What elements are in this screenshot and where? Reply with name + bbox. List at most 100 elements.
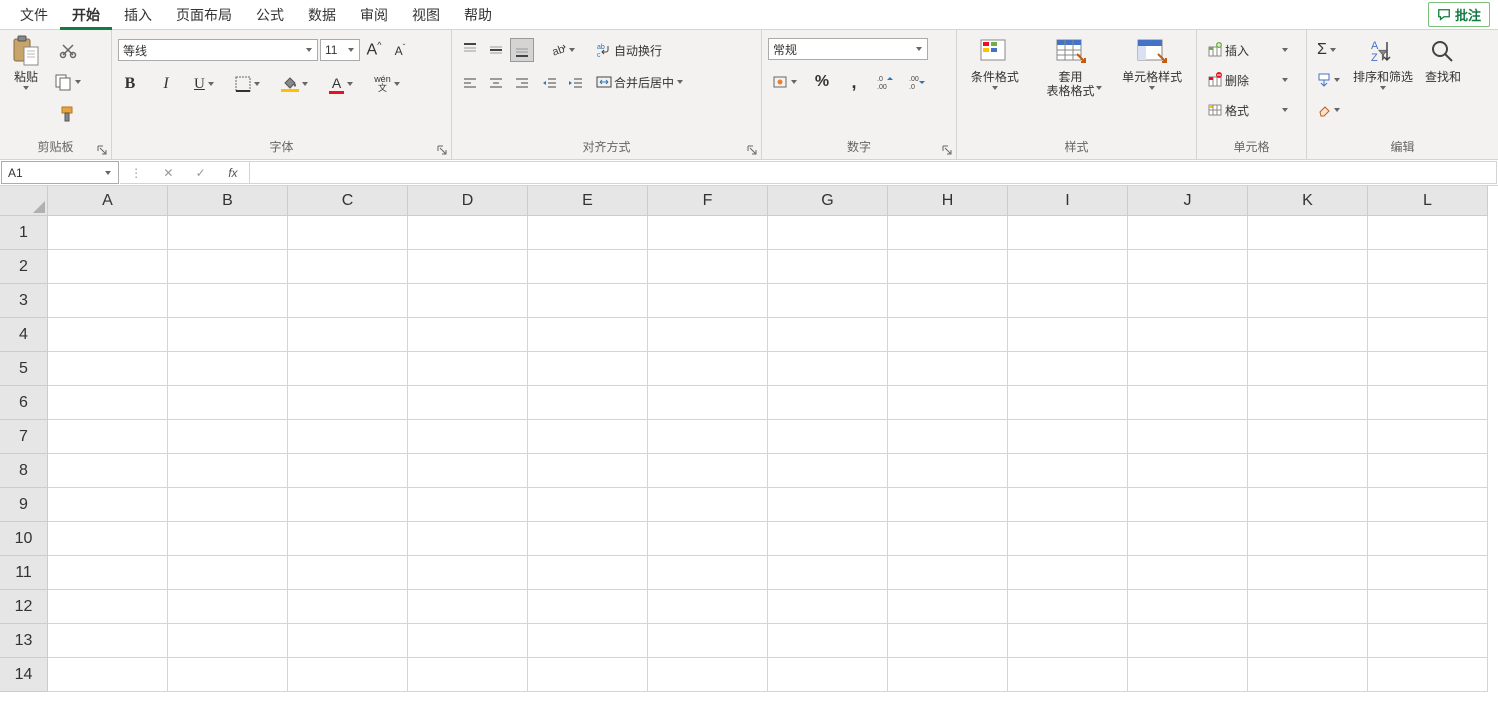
cell[interactable] xyxy=(48,284,168,318)
cell[interactable] xyxy=(1248,624,1368,658)
cell[interactable] xyxy=(648,216,768,250)
column-header[interactable]: C xyxy=(288,186,408,216)
number-launcher[interactable] xyxy=(940,143,954,157)
column-header[interactable]: H xyxy=(888,186,1008,216)
cell[interactable] xyxy=(1128,590,1248,624)
column-header[interactable]: A xyxy=(48,186,168,216)
clear-button[interactable] xyxy=(1313,98,1345,122)
column-header[interactable]: E xyxy=(528,186,648,216)
cell[interactable] xyxy=(1368,556,1488,590)
cell[interactable] xyxy=(1008,284,1128,318)
cell[interactable] xyxy=(408,318,528,352)
select-all-corner[interactable] xyxy=(0,186,48,216)
cell[interactable] xyxy=(1368,318,1488,352)
row-header[interactable]: 5 xyxy=(0,352,48,386)
cell[interactable] xyxy=(528,624,648,658)
cell[interactable] xyxy=(1248,250,1368,284)
cell[interactable] xyxy=(1008,488,1128,522)
cell[interactable] xyxy=(1248,488,1368,522)
cell[interactable] xyxy=(528,488,648,522)
cell[interactable] xyxy=(1368,250,1488,284)
cell[interactable] xyxy=(888,352,1008,386)
cell[interactable] xyxy=(1008,318,1128,352)
cell[interactable] xyxy=(1248,386,1368,420)
row-header[interactable]: 14 xyxy=(0,658,48,692)
cell[interactable] xyxy=(888,386,1008,420)
cell[interactable] xyxy=(648,454,768,488)
cell[interactable] xyxy=(768,488,888,522)
cell[interactable] xyxy=(288,284,408,318)
font-launcher[interactable] xyxy=(435,143,449,157)
cell[interactable] xyxy=(288,318,408,352)
cell[interactable] xyxy=(48,556,168,590)
cell[interactable] xyxy=(48,454,168,488)
cell[interactable] xyxy=(768,658,888,692)
cell[interactable] xyxy=(48,590,168,624)
row-header[interactable]: 7 xyxy=(0,420,48,454)
fill-color-button[interactable] xyxy=(277,72,313,96)
cell[interactable] xyxy=(168,454,288,488)
font-size-select[interactable]: 11 xyxy=(320,39,360,61)
cell[interactable] xyxy=(1008,216,1128,250)
percent-button[interactable]: % xyxy=(810,70,834,94)
tab-data[interactable]: 数据 xyxy=(296,0,348,30)
cell[interactable] xyxy=(1128,522,1248,556)
cell[interactable] xyxy=(408,284,528,318)
cell[interactable] xyxy=(48,624,168,658)
cut-button[interactable] xyxy=(56,38,80,62)
cell[interactable] xyxy=(528,284,648,318)
cell[interactable] xyxy=(888,590,1008,624)
align-center-button[interactable] xyxy=(484,72,508,96)
cell[interactable] xyxy=(648,658,768,692)
cell[interactable] xyxy=(168,556,288,590)
cell[interactable] xyxy=(888,454,1008,488)
cell[interactable] xyxy=(288,420,408,454)
cell[interactable] xyxy=(648,386,768,420)
cell[interactable] xyxy=(528,386,648,420)
cell[interactable] xyxy=(1368,386,1488,420)
column-header[interactable]: K xyxy=(1248,186,1368,216)
cell[interactable] xyxy=(408,556,528,590)
cell[interactable] xyxy=(888,250,1008,284)
cell[interactable] xyxy=(168,284,288,318)
autosum-button[interactable]: Σ xyxy=(1313,38,1341,62)
cell[interactable] xyxy=(408,352,528,386)
italic-button[interactable]: I xyxy=(154,72,178,96)
cell[interactable] xyxy=(1248,216,1368,250)
tab-home[interactable]: 开始 xyxy=(60,0,112,30)
row-header[interactable]: 6 xyxy=(0,386,48,420)
cell[interactable] xyxy=(1368,488,1488,522)
cell[interactable] xyxy=(408,216,528,250)
cells-area[interactable] xyxy=(48,216,1488,692)
phonetic-button[interactable]: wén 文 xyxy=(370,72,405,96)
cell[interactable] xyxy=(1128,488,1248,522)
cell[interactable] xyxy=(48,250,168,284)
align-top-button[interactable] xyxy=(458,38,482,62)
row-header[interactable]: 2 xyxy=(0,250,48,284)
cell[interactable] xyxy=(768,454,888,488)
decrease-decimal-button[interactable]: .00.0 xyxy=(906,70,930,94)
row-header[interactable]: 13 xyxy=(0,624,48,658)
cell[interactable] xyxy=(1008,420,1128,454)
cell[interactable] xyxy=(528,216,648,250)
format-cells-button[interactable]: 格式 xyxy=(1203,98,1293,122)
cell[interactable] xyxy=(768,216,888,250)
copy-button[interactable] xyxy=(50,70,86,94)
cell[interactable] xyxy=(648,284,768,318)
cell[interactable] xyxy=(1008,386,1128,420)
cell[interactable] xyxy=(1128,624,1248,658)
sort-filter-button[interactable]: AZ 排序和筛选 xyxy=(1349,34,1417,94)
cell[interactable] xyxy=(528,590,648,624)
cell[interactable] xyxy=(1008,590,1128,624)
cell[interactable] xyxy=(1008,522,1128,556)
increase-indent-button[interactable] xyxy=(564,72,588,96)
cell[interactable] xyxy=(888,216,1008,250)
cell[interactable] xyxy=(888,556,1008,590)
insert-cells-button[interactable]: 插入 xyxy=(1203,38,1293,62)
cell[interactable] xyxy=(1368,216,1488,250)
cell[interactable] xyxy=(888,318,1008,352)
column-header[interactable]: I xyxy=(1008,186,1128,216)
paste-button[interactable]: 粘贴 xyxy=(6,34,46,94)
cell[interactable] xyxy=(1368,454,1488,488)
cell[interactable] xyxy=(1128,250,1248,284)
